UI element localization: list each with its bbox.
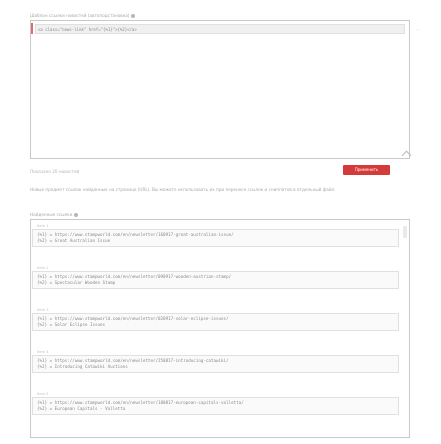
side-marker-icon: ◦ — [416, 27, 420, 34]
results-label-text: Найденные ссылки — [30, 212, 73, 217]
item-title-line: {%2} = European Capitals - Valletta — [37, 406, 126, 411]
item-title-line: {%2} = Solar Eclipse Issues — [37, 322, 106, 327]
item-title-line: {%2} = Spectacular Wooden Stamp — [37, 280, 116, 285]
scrollbar-thumb[interactable] — [403, 226, 407, 238]
item-code-block[interactable]: {%1} = https://www.stampworld.com/en/new… — [32, 229, 399, 247]
item-code-block[interactable]: {%1} = https://www.stampworld.com/en/new… — [32, 271, 399, 289]
template-label-text: Шаблон ссылки новостей (автоподстановка) — [30, 13, 130, 18]
list-item: item 1 {%1} = https://www.stampworld.com… — [32, 223, 399, 247]
list-item: item 2 {%1} = https://www.stampworld.com… — [32, 265, 399, 289]
info-icon[interactable] — [131, 14, 136, 18]
list-item: item 3 {%1} = https://www.stampworld.com… — [32, 307, 399, 331]
template-textarea[interactable]: <a class="news-link" href="{%1}">{%2}</a… — [30, 20, 412, 161]
results-list[interactable]: item 1 {%1} = https://www.stampworld.com… — [30, 219, 410, 438]
item-code-block[interactable]: {%1} = https://www.stampworld.com/en/new… — [32, 355, 399, 373]
results-label: Найденные ссылки — [30, 212, 79, 217]
scrollbar[interactable] — [403, 226, 407, 434]
list-item: item 4 {%1} = https://www.stampworld.com… — [32, 349, 399, 373]
focus-indicator — [31, 23, 33, 34]
info-icon[interactable] — [74, 213, 79, 217]
item-code-block[interactable]: {%1} = https://www.stampworld.com/en/new… — [32, 313, 399, 331]
resize-grip-icon[interactable] — [401, 150, 412, 161]
item-title-line: {%2} = Great Australian Issue — [37, 238, 111, 243]
item-code-block[interactable]: {%1} = https://www.stampworld.com/en/new… — [32, 397, 399, 415]
description-text: Новые предмет ссылок найденные на страни… — [30, 187, 336, 192]
item-title-line: {%2} = Introducing Catawiki Auctions — [37, 364, 128, 369]
list-item: item 5 {%1} = https://www.stampworld.com… — [32, 391, 399, 415]
template-label: Шаблон ссылки новостей (автоподстановка) — [30, 13, 136, 18]
template-code-value[interactable]: <a class="news-link" href="{%1}">{%2}</a… — [35, 24, 405, 34]
apply-button[interactable]: Применить — [343, 165, 390, 175]
count-label: Показано 20 новостей — [30, 169, 80, 174]
